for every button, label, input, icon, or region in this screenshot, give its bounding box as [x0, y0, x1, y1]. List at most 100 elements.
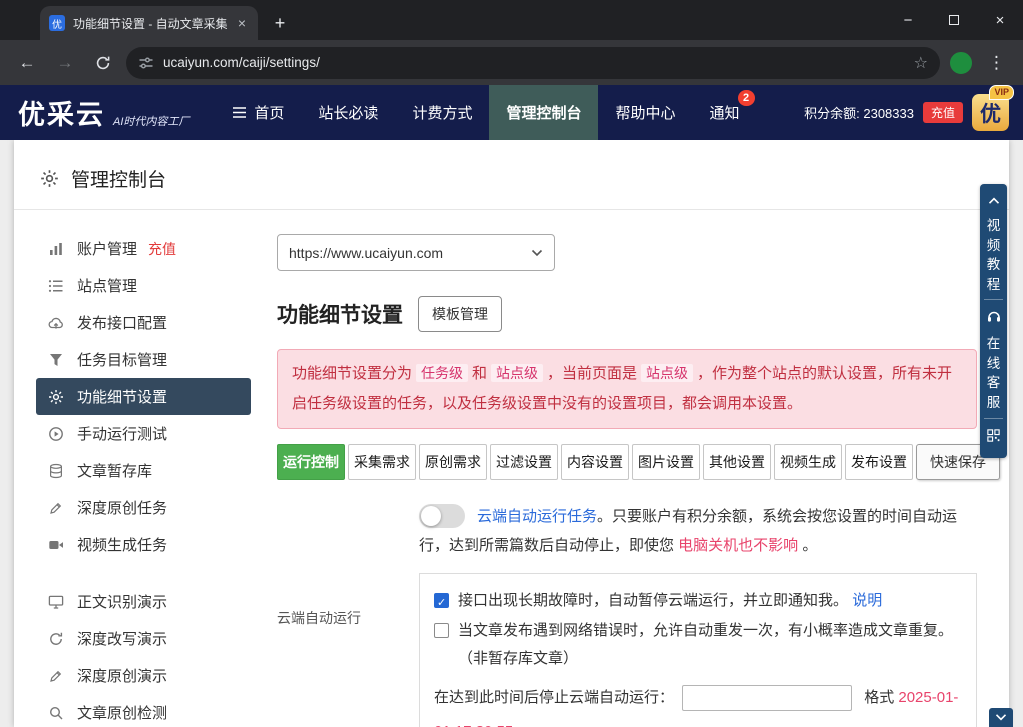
chevron-down-icon — [531, 249, 543, 257]
nav-console[interactable]: 管理控制台 — [489, 85, 598, 140]
pause-help-link[interactable]: 说明 — [852, 592, 882, 609]
sidebar-item-task-targets[interactable]: 任务目标管理 — [36, 341, 251, 378]
sidebar-item-detail-settings[interactable]: 功能细节设置 — [36, 378, 251, 415]
cloud-run-row-label: 云端自动运行 — [277, 502, 419, 727]
alert-chip-task-level: 任务级 — [416, 364, 468, 382]
nav-must-read[interactable]: 站长必读 — [301, 85, 395, 140]
refresh-icon — [48, 631, 64, 647]
notification-badge: 2 — [738, 90, 755, 106]
nav-home-label: 首页 — [254, 102, 284, 123]
nav-help[interactable]: 帮助中心 — [598, 85, 692, 140]
tab-filter-settings[interactable]: 过滤设置 — [490, 444, 558, 480]
pause-on-failure-checkbox[interactable] — [434, 593, 449, 608]
sidebar-item-sites[interactable]: 站点管理 — [36, 267, 251, 304]
maximize-button[interactable] — [931, 0, 977, 40]
maximize-icon — [949, 15, 959, 25]
bookmark-star-icon[interactable]: ☆ — [914, 53, 928, 73]
tab-run-control[interactable]: 运行控制 — [277, 444, 345, 480]
page-content: 管理控制台 账户管理 充值 站点管理 发布接口配置 — [0, 140, 1023, 727]
sidebar-item-deep-original-demo[interactable]: 深度原创演示 — [36, 657, 251, 694]
sidebar-item-account[interactable]: 账户管理 充值 — [36, 230, 251, 267]
cloud-run-task-link[interactable]: 云端自动运行任务 — [477, 508, 597, 525]
sidebar-item-publish-api[interactable]: 发布接口配置 — [36, 304, 251, 341]
float-toolbar: 视频教程 在线客服 — [980, 184, 1007, 458]
page-header: 管理控制台 — [14, 140, 1009, 210]
float-toolbar-divider — [984, 299, 1003, 300]
site-favicon: 优 — [49, 15, 65, 31]
browser-window: 优 功能细节设置 - 自动文章采集 × + − × ← → ucaiyun.co… — [0, 0, 1023, 727]
cloud-run-desc-highlight: 电脑关机也不影响 — [678, 537, 798, 554]
nav-notifications[interactable]: 通知 2 — [692, 85, 756, 140]
sidebar-item-label: 功能细节设置 — [77, 386, 167, 407]
sidebar-item-article-store[interactable]: 文章暂存库 — [36, 452, 251, 489]
scroll-down-button[interactable] — [989, 708, 1013, 727]
tab-other-settings[interactable]: 其他设置 — [703, 444, 771, 480]
alert-chip-site-level: 站点级 — [491, 364, 543, 382]
sidebar-item-label: 账户管理 — [77, 238, 137, 259]
minimize-button[interactable]: − — [885, 0, 931, 40]
nav-console-label: 管理控制台 — [506, 102, 581, 123]
recharge-button[interactable]: 充值 — [923, 102, 963, 123]
auto-resend-checkbox[interactable] — [434, 623, 449, 638]
format-label: 格式 — [864, 689, 894, 706]
new-tab-button[interactable]: + — [266, 9, 294, 37]
sidebar-item-label: 视频生成任务 — [77, 534, 167, 555]
cloud-run-toggle[interactable] — [419, 504, 465, 528]
edit-pencil-icon — [48, 500, 64, 516]
menu-list-icon — [232, 106, 247, 119]
gear-icon — [40, 169, 59, 188]
tab-video-generation[interactable]: 视频生成 — [774, 444, 842, 480]
site-url-select[interactable]: https://www.ucaiyun.com — [277, 234, 555, 271]
sidebar-item-manual-test[interactable]: 手动运行测试 — [36, 415, 251, 452]
alert-text: ，当前页面是 — [547, 365, 637, 382]
scroll-top-button[interactable] — [980, 189, 1007, 213]
sidebar-item-label: 手动运行测试 — [77, 423, 167, 444]
headset-icon[interactable] — [980, 305, 1007, 331]
tab-close-icon[interactable]: × — [235, 15, 249, 31]
cloud-run-description: 云端自动运行任务。只要账户有积分余额，系统会按您设置的时间自动运行，达到所需篇数… — [419, 502, 977, 561]
window-controls: − × — [885, 0, 1023, 40]
option-resend-label: 当文章发布遇到网络错误时，允许自动重发一次，有小概率造成文章重复。（非暂存库文章… — [458, 617, 962, 673]
tab-publish-settings[interactable]: 发布设置 — [845, 444, 913, 480]
qr-code-icon[interactable] — [980, 424, 1007, 451]
tab-title: 功能细节设置 - 自动文章采集 — [73, 15, 227, 32]
site-logo[interactable]: 优采云 — [18, 93, 105, 132]
points-balance: 积分余额: 2308333 — [804, 103, 914, 122]
vip-logo-char: 优 — [980, 98, 1001, 128]
browser-tab[interactable]: 优 功能细节设置 - 自动文章采集 × — [40, 6, 258, 40]
tab-image-settings[interactable]: 图片设置 — [632, 444, 700, 480]
sidebar-item-deep-rewrite-demo[interactable]: 深度改写演示 — [36, 620, 251, 657]
forward-button[interactable]: → — [50, 48, 80, 78]
stop-time-label: 在达到此时间后停止云端自动运行： — [434, 689, 674, 706]
tab-collect-requirements[interactable]: 采集需求 — [348, 444, 416, 480]
video-camera-icon — [48, 537, 64, 553]
close-button[interactable]: × — [977, 0, 1023, 40]
settings-tabs: 运行控制 采集需求 原创需求 过滤设置 内容设置 图片设置 其他设置 视频生成 … — [277, 444, 977, 480]
sidebar-item-deep-original-task[interactable]: 深度原创任务 — [36, 489, 251, 526]
back-button[interactable]: ← — [12, 48, 42, 78]
profile-avatar[interactable] — [948, 50, 974, 76]
online-service-button[interactable]: 在线客服 — [986, 334, 1001, 412]
sidebar-item-originality-check[interactable]: 文章原创检测 — [36, 694, 251, 727]
nav-billing[interactable]: 计费方式 — [395, 85, 489, 140]
sidebar-item-body-recognition-demo[interactable]: 正文识别演示 — [36, 583, 251, 620]
stop-time-input[interactable] — [682, 685, 852, 711]
sidebar-item-label: 正文识别演示 — [77, 591, 167, 612]
sidebar-item-video-task[interactable]: 视频生成任务 — [36, 526, 251, 563]
float-toolbar-divider — [984, 418, 1003, 419]
tab-original-requirements[interactable]: 原创需求 — [419, 444, 487, 480]
video-tutorial-button[interactable]: 视频教程 — [986, 216, 1001, 294]
vip-badge[interactable]: 优 VIP — [972, 94, 1009, 131]
template-manage-button[interactable]: 模板管理 — [418, 296, 502, 332]
page-title: 管理控制台 — [71, 165, 166, 192]
url-bar[interactable]: ucaiyun.com/caiji/settings/ ☆ — [126, 47, 940, 79]
sidebar-recharge-link[interactable]: 充值 — [148, 239, 176, 259]
site-info-icon[interactable] — [138, 55, 154, 71]
alert-text: 功能细节设置分为 — [292, 365, 412, 382]
content-card: 管理控制台 账户管理 充值 站点管理 发布接口配置 — [14, 140, 1009, 727]
tab-content-settings[interactable]: 内容设置 — [561, 444, 629, 480]
browser-menu-icon[interactable]: ⋮ — [982, 53, 1011, 73]
reload-button[interactable] — [88, 48, 118, 78]
option-pause-label: 接口出现长期故障时，自动暂停云端运行，并立即通知我。 — [458, 592, 848, 609]
nav-home[interactable]: 首页 — [215, 85, 301, 140]
